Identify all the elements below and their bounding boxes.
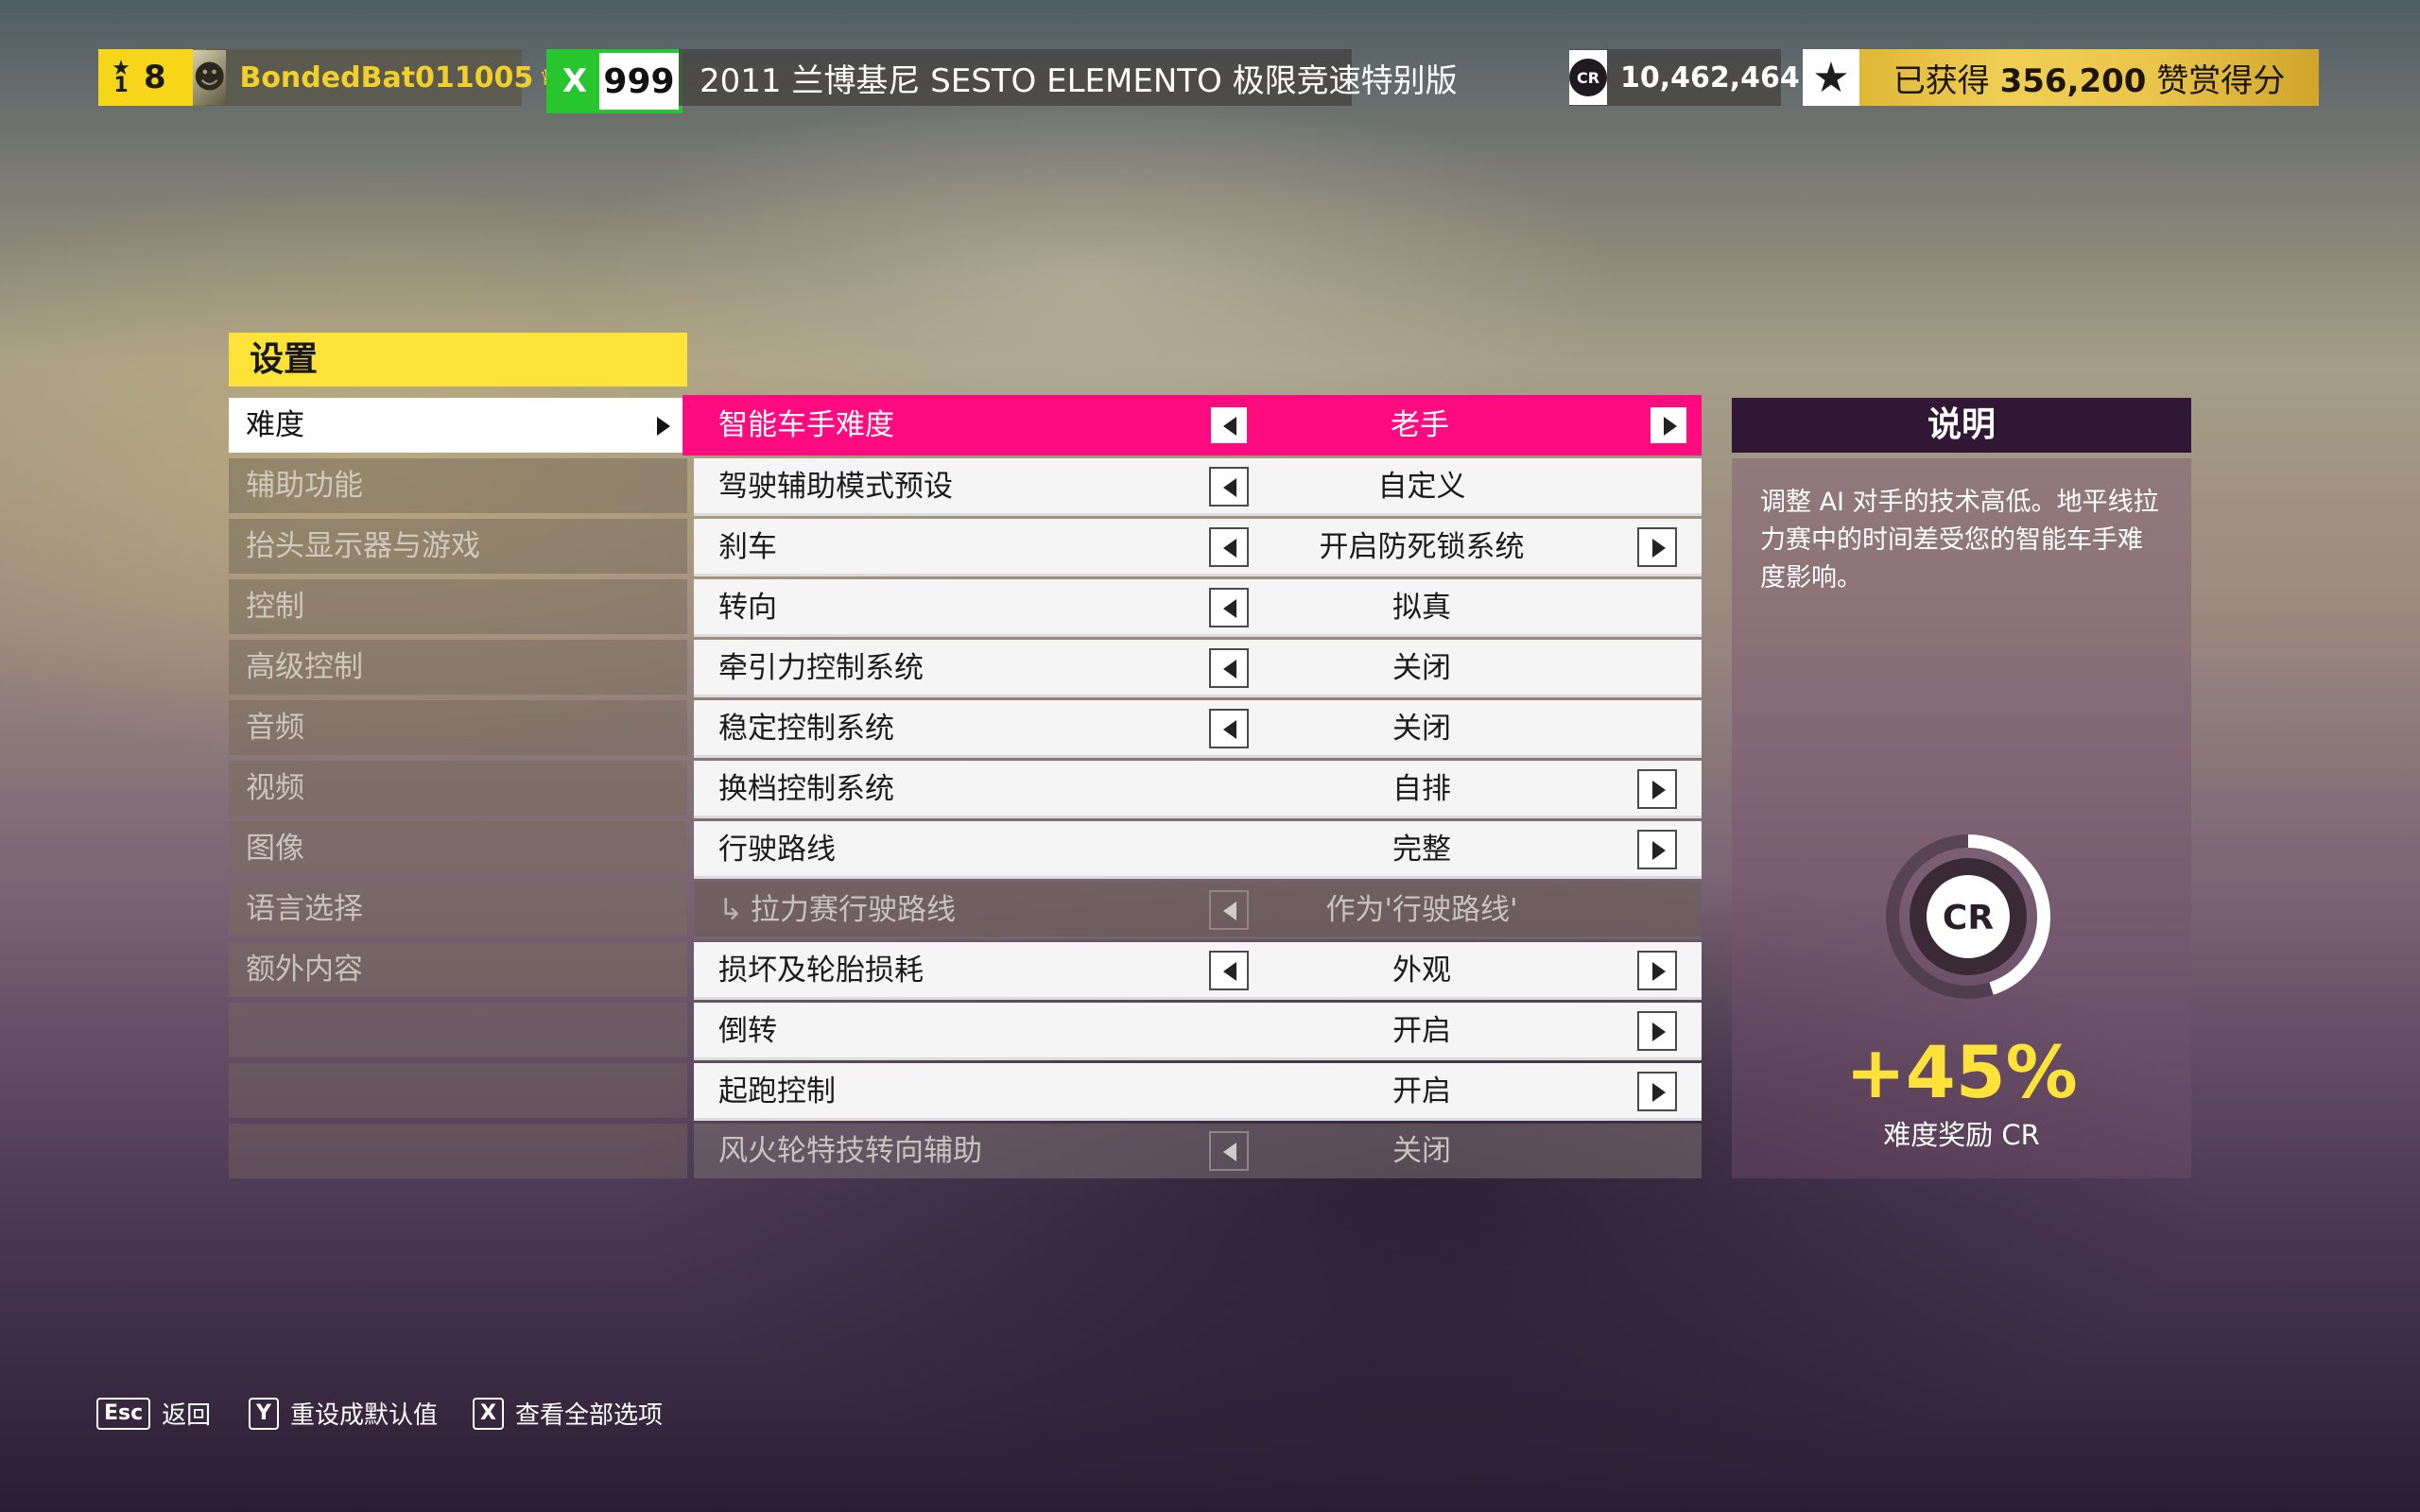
gamertag: BondedBat011005 xyxy=(239,60,534,94)
arrow-left-icon[interactable] xyxy=(1209,588,1249,627)
footer-reset-defaults[interactable]: Y 重设成默认值 xyxy=(249,1396,438,1431)
accolade-text: 已获得 356,200 赞赏得分 xyxy=(1893,61,2286,100)
y-button-icon: Y xyxy=(249,1397,279,1430)
menu-item-language[interactable]: 语言选择 xyxy=(229,882,687,936)
arrow-left-icon[interactable] xyxy=(1209,405,1249,445)
setting-stability-control[interactable]: 稳定控制系统 关闭 xyxy=(694,700,1702,758)
setting-steering[interactable]: 转向 拟真 xyxy=(694,579,1702,637)
setting-drivatar-difficulty[interactable]: 智能车手难度 老手 xyxy=(683,395,1702,455)
difficulty-bonus-label: 难度奖励 CR xyxy=(1883,1119,2040,1151)
setting-shifting[interactable]: 换档控制系统 自排 xyxy=(694,761,1702,818)
player-level-badge: ★ 1 8 xyxy=(98,49,206,106)
setting-damage-tire-wear[interactable]: 损坏及轮胎损耗 外观 xyxy=(694,942,1702,1000)
sub-option-icon: ↳ xyxy=(718,893,743,927)
footer-back[interactable]: Esc 返回 xyxy=(96,1396,211,1431)
arrow-left-icon xyxy=(1209,1131,1249,1171)
setting-hot-wheels-steering-assist: 风火轮特技转向辅助 关闭 xyxy=(694,1124,1702,1178)
menu-item-difficulty[interactable]: 难度 xyxy=(229,398,687,453)
arrow-left-icon[interactable] xyxy=(1209,527,1249,567)
arrow-right-icon[interactable] xyxy=(1649,405,1688,445)
menu-item-controls[interactable]: 控制 xyxy=(229,579,687,634)
footer-view-all-options[interactable]: X 查看全部选项 xyxy=(473,1396,663,1431)
menu-item-extras[interactable]: 额外内容 xyxy=(229,942,687,997)
difficulty-bonus-value: +45% xyxy=(1845,1030,2078,1114)
rank-letter: X xyxy=(550,53,599,110)
accolade-points: 356,200 xyxy=(1999,61,2147,100)
credits-value: 10,462,464 xyxy=(1620,60,1800,94)
x-button-icon: X xyxy=(473,1397,504,1430)
menu-item-audio[interactable]: 音频 xyxy=(229,700,687,755)
menu-item-empty xyxy=(229,1063,687,1118)
arrow-left-icon xyxy=(1209,890,1249,930)
menu-item-empty xyxy=(229,1003,687,1057)
arrow-right-icon[interactable] xyxy=(1637,1072,1677,1111)
menu-item-video[interactable]: 视频 xyxy=(229,761,687,816)
setting-traction-control[interactable]: 牵引力控制系统 关闭 xyxy=(694,640,1702,697)
description-text: 调整 AI 对手的技术高低。地平线拉力赛中的时间差受您的智能车手难度影响。 xyxy=(1760,488,2159,593)
credits-icon: CR xyxy=(1569,50,1607,105)
accolade-points-banner: ★ 已获得 356,200 赞赏得分 xyxy=(1803,49,2319,106)
arrow-right-icon[interactable] xyxy=(1637,830,1677,869)
setting-rewind[interactable]: 倒转 开启 xyxy=(694,1003,1702,1060)
arrow-right-icon[interactable] xyxy=(1637,1011,1677,1051)
player-card: ☻ BondedBat011005 ♛ xyxy=(193,49,560,106)
caret-right-icon xyxy=(657,417,670,436)
menu-item-advanced-controls[interactable]: 高级控制 xyxy=(229,640,687,695)
star-icon: ★ xyxy=(1803,49,1859,106)
menu-item-empty xyxy=(229,1124,687,1178)
arrow-left-icon[interactable] xyxy=(1209,467,1249,507)
description-title: 说明 xyxy=(1732,398,2191,453)
arrow-left-icon[interactable] xyxy=(1209,648,1249,688)
setting-launch-control[interactable]: 起跑控制 开启 xyxy=(694,1063,1702,1121)
menu-item-hud-gameplay[interactable]: 抬头显示器与游戏 xyxy=(229,519,687,574)
level-star-icon: ★ 1 xyxy=(112,57,130,97)
esc-key-icon: Esc xyxy=(96,1397,151,1430)
menu-item-graphics[interactable]: 图像 xyxy=(229,821,687,876)
difficulty-bonus-gauge: CR xyxy=(1886,834,2050,999)
credits-display: CR 10,462,464 xyxy=(1569,49,1800,106)
setting-driving-line[interactable]: 行驶路线 完整 xyxy=(694,821,1702,879)
arrow-right-icon[interactable] xyxy=(1637,527,1677,567)
rank-value: 999 xyxy=(603,61,675,101)
player-level: 8 xyxy=(144,59,166,96)
car-name: 2011 兰博基尼 SESTO ELEMENTO 极限竞速特别版 xyxy=(679,49,1458,106)
car-rank-badge: X 999 xyxy=(546,49,683,113)
arrow-right-icon[interactable] xyxy=(1637,769,1677,809)
setting-braking[interactable]: 刹车 开启防死锁系统 xyxy=(694,519,1702,576)
arrow-right-icon[interactable] xyxy=(1637,951,1677,990)
gauge-cr-label: CR xyxy=(1943,899,1994,937)
settings-title: 设置 xyxy=(229,333,687,387)
setting-assist-preset[interactable]: 驾驶辅助模式预设 自定义 xyxy=(694,458,1702,516)
setting-rally-driving-line: ↳ 拉力赛行驶路线 作为'行驶路线' xyxy=(694,882,1702,939)
arrow-left-icon[interactable] xyxy=(1209,951,1249,990)
menu-item-accessibility[interactable]: 辅助功能 xyxy=(229,458,687,513)
arrow-left-icon[interactable] xyxy=(1209,709,1249,748)
avatar: ☻ xyxy=(193,50,227,105)
